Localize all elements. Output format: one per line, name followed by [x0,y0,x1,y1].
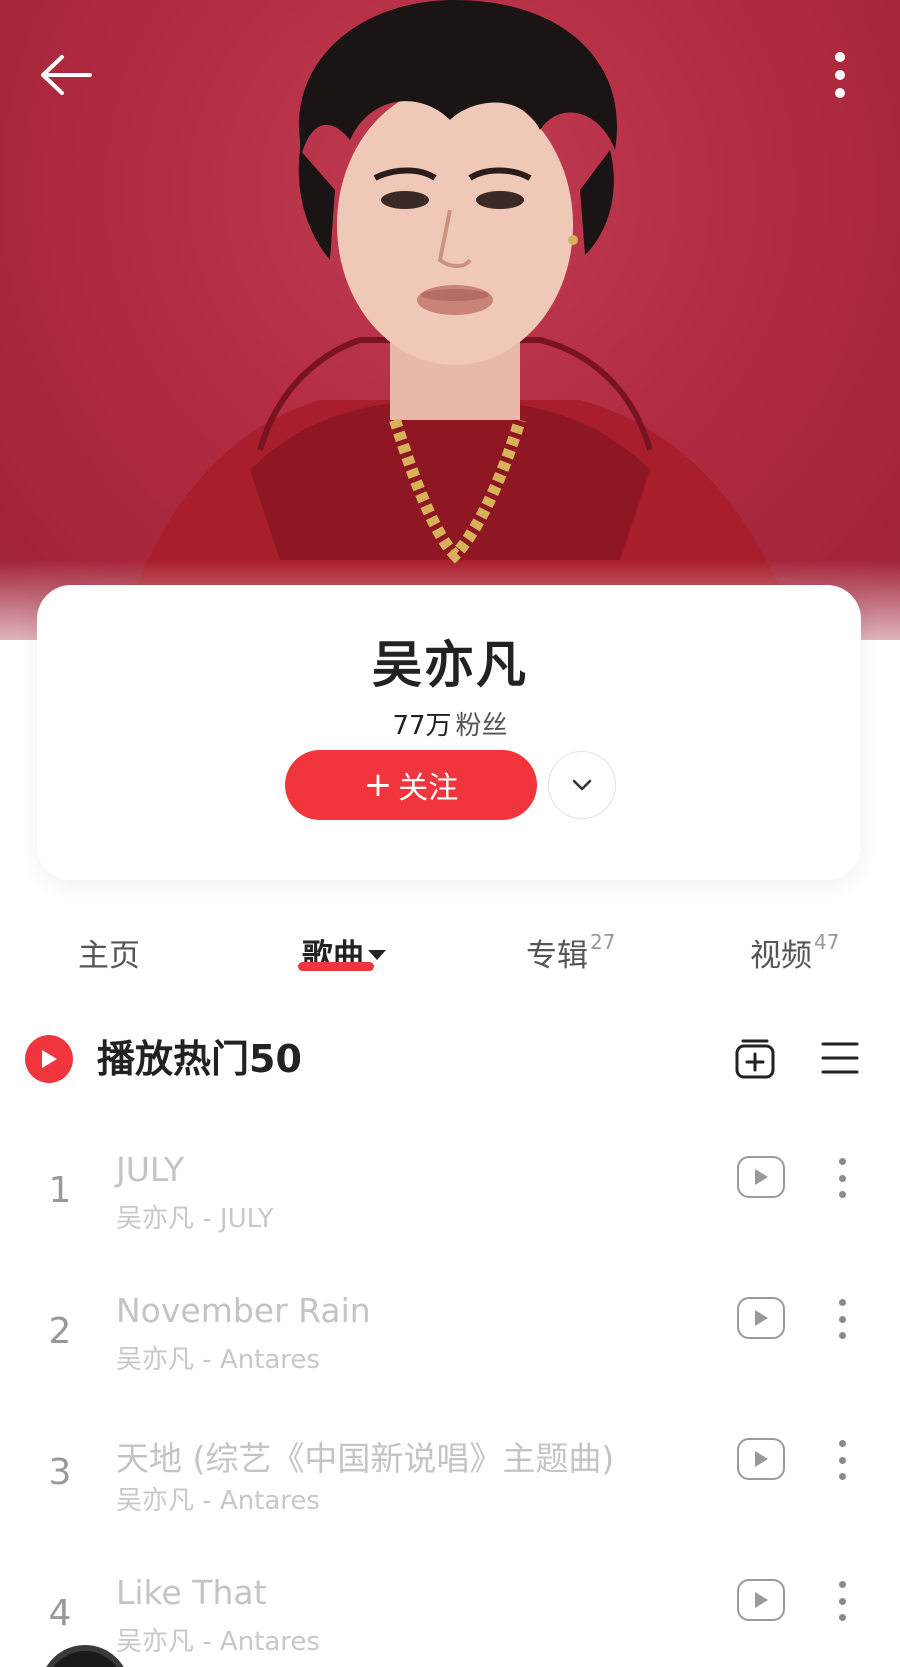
play-box-icon [755,1169,768,1185]
song-subtitle: 吴亦凡 - Antares [116,1345,320,1375]
expand-dropdown-button[interactable] [548,751,616,819]
song-more-button[interactable] [832,1581,852,1621]
song-row[interactable]: 1 JULY 吴亦凡 - JULY [0,1150,900,1290]
tab-videos-label: 视频 [750,938,812,974]
song-play-button[interactable] [737,1156,785,1198]
song-title: 天地 (综艺《中国新说唱》主题曲) [116,1439,615,1478]
song-index: 3 [48,1452,72,1493]
play-all-label[interactable]: 播放热门50 [97,1035,302,1083]
song-title: November Rain [116,1291,371,1330]
add-to-playlist-icon [735,1039,775,1079]
tab-albums[interactable]: 专辑 27 [526,930,615,975]
back-button[interactable] [30,40,100,110]
artist-photo [120,0,800,640]
follow-button[interactable]: + 关注 [285,750,537,820]
caret-down-icon [368,949,386,960]
tab-home-label: 主页 [78,938,140,974]
play-circle-icon [42,1050,57,1068]
song-row[interactable]: 2 November Rain 吴亦凡 - Antares [0,1291,900,1431]
song-subtitle: 吴亦凡 - Antares [116,1627,320,1657]
arrow-left-icon [41,55,92,95]
tab-home[interactable]: 主页 [78,930,140,975]
song-play-button[interactable] [737,1579,785,1621]
more-vertical-icon [835,52,845,98]
song-row[interactable]: 3 天地 (综艺《中国新说唱》主题曲) 吴亦凡 - Antares [0,1432,900,1572]
song-row[interactable]: 4 Like That 吴亦凡 - Antares [0,1573,900,1667]
song-title: Like That [116,1573,267,1612]
artist-name: 吴亦凡 [372,636,528,694]
fans-count: 77万 粉丝 [0,705,900,742]
song-more-button[interactable] [832,1158,852,1198]
song-subtitle: 吴亦凡 - Antares [116,1486,320,1516]
play-box-icon [755,1451,768,1467]
artist-hero [0,0,900,640]
song-play-button[interactable] [737,1297,785,1339]
add-to-playlist-button[interactable] [733,1037,777,1081]
song-more-button[interactable] [832,1299,852,1339]
song-title: JULY [116,1150,185,1189]
more-button[interactable] [810,40,870,110]
fans-label: 粉丝 [455,711,508,741]
tab-videos[interactable]: 视频 47 [750,930,839,975]
play-box-icon [755,1310,768,1326]
follow-label: 关注 [398,771,459,806]
tab-albums-label: 专辑 [526,938,588,974]
play-all-button[interactable] [25,1035,73,1083]
song-play-button[interactable] [737,1438,785,1480]
song-index: 1 [48,1170,72,1211]
menu-list-icon [821,1042,859,1074]
song-subtitle: 吴亦凡 - JULY [116,1204,274,1234]
tab-videos-count: 47 [814,929,840,954]
active-tab-indicator [298,962,374,971]
song-more-button[interactable] [832,1440,852,1480]
chevron-down-icon [572,779,592,791]
song-list-menu-button[interactable] [820,1040,860,1076]
fans-number: 77万 [392,711,452,741]
tab-albums-count: 27 [590,929,616,954]
song-index: 4 [48,1593,72,1634]
song-index: 2 [48,1311,72,1352]
plus-icon: + [363,765,393,805]
play-box-icon [755,1592,768,1608]
